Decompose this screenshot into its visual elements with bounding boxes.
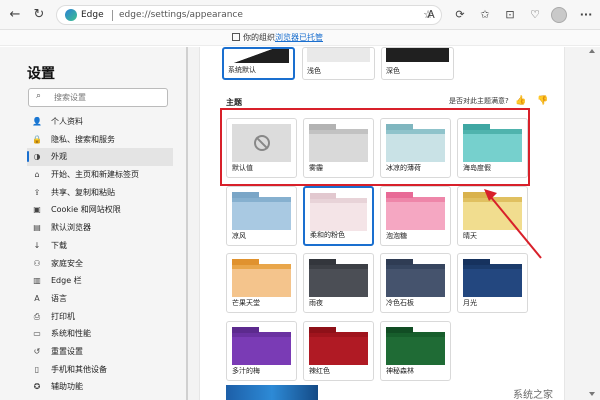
- scroll-down-icon[interactable]: [589, 392, 595, 396]
- arrow-head: [484, 189, 497, 201]
- scroll-up-icon[interactable]: [589, 49, 595, 53]
- arrow-line: [489, 195, 542, 259]
- scrollbar[interactable]: [588, 47, 596, 400]
- edge-settings-window: { "toolbar": { "back": "←", "refresh": "…: [0, 0, 600, 400]
- watermark-logo: 系统之家: [513, 390, 553, 400]
- wallpaper-preview-strip: [226, 385, 318, 400]
- annotation-arrow: [484, 189, 542, 259]
